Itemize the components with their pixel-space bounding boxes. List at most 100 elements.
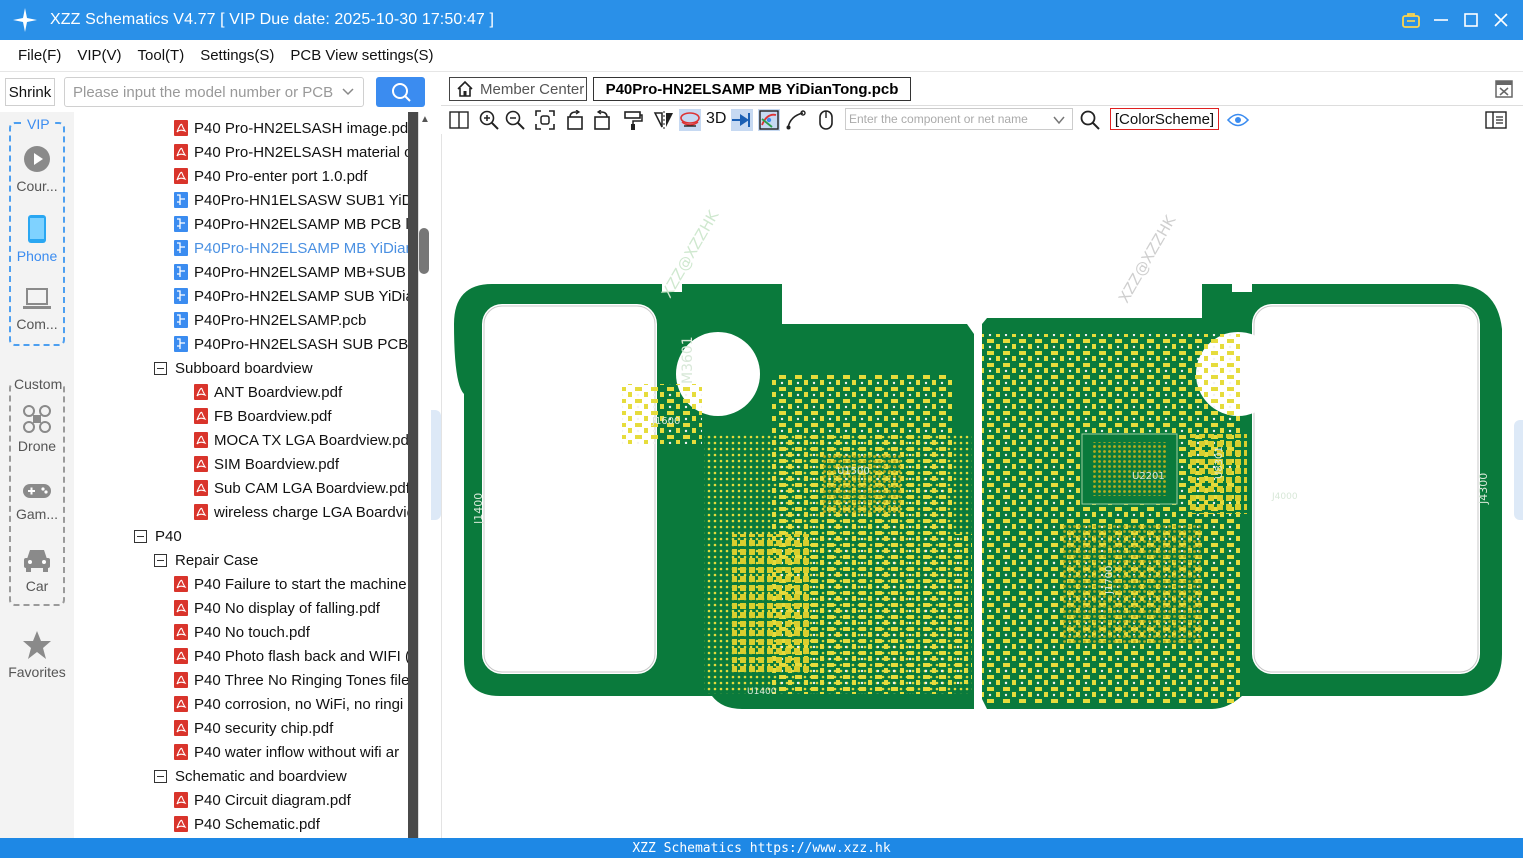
- collapse-toggle-icon[interactable]: [154, 769, 167, 783]
- tree-folder[interactable]: Subboard boardview: [154, 356, 313, 380]
- zoom-out-icon[interactable]: [504, 109, 526, 131]
- tree-file[interactable]: P40 water inflow without wifi ar: [174, 740, 399, 764]
- tree-folder[interactable]: P40: [134, 524, 182, 548]
- fit-view-icon[interactable]: [534, 109, 556, 131]
- eye-icon[interactable]: [1227, 109, 1249, 131]
- tree-folder[interactable]: Schematic and boardview: [154, 764, 347, 788]
- side-panel-toggle-icon[interactable]: [1485, 109, 1507, 131]
- tree-file[interactable]: P40Pro-HN2ELSASH SUB PCB la: [174, 332, 408, 356]
- component-label[interactable]: J1600: [651, 416, 680, 427]
- tree-file[interactable]: P40 Pro-HN2ELSASH material o: [174, 140, 408, 164]
- tree-file[interactable]: P40Pro-HN2ELSAMP.pcb: [174, 308, 366, 332]
- tree-file[interactable]: P40 security chip.pdf: [174, 716, 333, 740]
- tree-file[interactable]: P40Pro-HN2ELSAMP MB+SUB I: [174, 260, 408, 284]
- tree-file[interactable]: P40Pro-HN2ELSAMP MB YiDian: [174, 236, 408, 260]
- nav-favorites[interactable]: Favorites: [0, 630, 74, 680]
- tree-file[interactable]: Sub CAM LGA Boardview.pdf: [194, 476, 408, 500]
- component-label[interactable]: J1400: [472, 493, 485, 525]
- collapse-toggle-icon[interactable]: [134, 529, 147, 543]
- paint-roller-icon[interactable]: [622, 109, 644, 131]
- custom-group-label: Custom: [13, 376, 64, 392]
- tree-file[interactable]: P40 corrosion, no WiFi, no ringi: [174, 692, 403, 716]
- chevron-down-icon[interactable]: [341, 84, 355, 98]
- tree-file[interactable]: P40 Pro-HN2ELSASH image.pdf: [174, 116, 408, 140]
- tree-file[interactable]: P40Pro-HN2ELSAMP MB PCB la: [174, 212, 408, 236]
- net-highlight-icon[interactable]: [758, 109, 780, 131]
- tree-item-label: P40Pro-HN2ELSAMP MB+SUB I: [194, 263, 408, 281]
- minimize-button[interactable]: [1431, 10, 1451, 30]
- nav-phone[interactable]: Phone: [0, 214, 74, 264]
- component-search-input[interactable]: Enter the component or net name: [845, 108, 1073, 130]
- menu-pcb-view-settings[interactable]: PCB View settings(S): [290, 47, 433, 64]
- tree-folder[interactable]: Repair Case: [154, 548, 258, 572]
- nav-car[interactable]: Car: [0, 546, 74, 594]
- component-label[interactable]: U8301: [1214, 446, 1225, 479]
- component-label[interactable]: U1500: [837, 466, 870, 477]
- color-scheme-button[interactable]: [ColorScheme]: [1110, 108, 1219, 130]
- menu-tool[interactable]: Tool(T): [138, 47, 185, 64]
- tree-file[interactable]: P40 No touch.pdf: [174, 620, 310, 644]
- component-label[interactable]: M3601: [680, 336, 696, 384]
- tree-file[interactable]: P40 Failure to start the machine: [174, 572, 407, 596]
- tree-file[interactable]: P40 Photo flash back and WIFI (: [174, 644, 408, 668]
- tree-file[interactable]: P40 No display of falling.pdf: [174, 596, 380, 620]
- tree-file[interactable]: P40 Pro-enter port 1.0.pdf: [174, 164, 367, 188]
- split-view-icon[interactable]: [448, 109, 470, 131]
- component-label[interactable]: U1400: [747, 687, 777, 697]
- tree-file[interactable]: P40Pro-HN1ELSASW SUB1 YiDia: [174, 188, 408, 212]
- component-label[interactable]: J1700: [1104, 566, 1115, 595]
- nav-drone[interactable]: Drone: [0, 404, 74, 454]
- component-search-icon[interactable]: [1079, 109, 1101, 131]
- trace-tool-icon[interactable]: [785, 109, 807, 131]
- zoom-in-icon[interactable]: [478, 109, 500, 131]
- tab-active-pcb[interactable]: P40Pro-HN2ELSAMP MB YiDianTong.pcb: [593, 77, 911, 101]
- maximize-button[interactable]: [1461, 10, 1481, 30]
- shrink-button[interactable]: Shrink: [5, 78, 55, 106]
- menu-settings[interactable]: Settings(S): [200, 47, 274, 64]
- tree-file[interactable]: P40 Three No Ringing Tones file: [174, 668, 408, 692]
- collapse-toggle-icon[interactable]: [154, 361, 167, 375]
- tree-file[interactable]: P40Pro-HN2ELSAMP SUB YiDia: [174, 284, 408, 308]
- scroll-up-arrow-icon[interactable]: ▲: [420, 114, 430, 125]
- component-label[interactable]: U2201: [1132, 471, 1165, 482]
- nav-course[interactable]: Cour...: [0, 144, 74, 194]
- view-3d-button[interactable]: 3D: [706, 110, 726, 128]
- tree-file[interactable]: MOCA TX LGA Boardview.pd: [194, 428, 408, 452]
- pin-select-icon[interactable]: [731, 109, 753, 131]
- collapse-left-panel-handle[interactable]: [431, 410, 441, 520]
- layer-view-icon[interactable]: [679, 109, 701, 131]
- close-all-tabs-icon[interactable]: [1495, 80, 1513, 98]
- menu-file[interactable]: File(F): [18, 47, 61, 64]
- rotate-left-icon[interactable]: [564, 109, 586, 131]
- pdf-file-icon: [194, 456, 208, 472]
- mirror-flip-icon[interactable]: [653, 109, 675, 131]
- rotate-right-icon[interactable]: [591, 109, 613, 131]
- tree-file[interactable]: FB Boardview.pdf: [194, 404, 332, 428]
- watermark-right: XZZ@XZZHK: [1115, 211, 1180, 306]
- tree-scrollbar[interactable]: [418, 112, 431, 838]
- component-label[interactable]: J4000: [1271, 492, 1298, 502]
- tree-splitter[interactable]: [408, 112, 418, 838]
- model-search-input[interactable]: Please input the model number or PCB: [64, 77, 364, 107]
- tab-member-center[interactable]: Member Center: [449, 77, 587, 101]
- tree-file[interactable]: P40 Circuit diagram.pdf: [174, 788, 351, 812]
- component-label[interactable]: J4300: [1477, 473, 1490, 505]
- collapse-toggle-icon[interactable]: [154, 553, 167, 567]
- tree-scrollbar-thumb[interactable]: [419, 228, 429, 274]
- tree-file[interactable]: ANT Boardview.pdf: [194, 380, 342, 404]
- pcb-board-view[interactable]: XZZ@XZZHK XZZ@XZZHK M3601J1400J1600U1500…: [442, 134, 1523, 838]
- nav-computer[interactable]: Com...: [0, 286, 74, 332]
- tree-item-label: P40 Pro-HN2ELSASH material o: [194, 143, 408, 161]
- mouse-mode-icon[interactable]: [815, 109, 837, 131]
- tree-file[interactable]: P40 Schematic.pdf: [174, 812, 320, 836]
- tree-file[interactable]: SIM Boardview.pdf: [194, 452, 339, 476]
- vip-bag-icon[interactable]: [1401, 10, 1421, 30]
- pcb-canvas[interactable]: XZZ@XZZHK XZZ@XZZHK M3601 J1400 J1600 U1500…: [441, 134, 1523, 838]
- chevron-down-icon[interactable]: [1052, 113, 1066, 127]
- close-button[interactable]: [1491, 10, 1511, 30]
- collapse-right-panel-handle[interactable]: [1514, 420, 1523, 520]
- menu-vip[interactable]: VIP(V): [77, 47, 121, 64]
- tree-file[interactable]: wireless charge LGA Boardvie: [194, 500, 408, 524]
- search-button[interactable]: [376, 77, 425, 107]
- nav-game[interactable]: Gam...: [0, 480, 74, 522]
